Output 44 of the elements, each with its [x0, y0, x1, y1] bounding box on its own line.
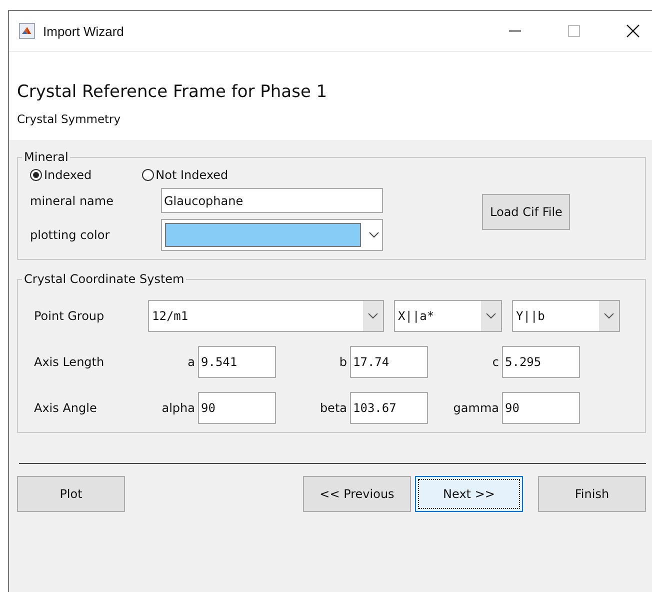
row-label: Axis Angle [33, 401, 98, 415]
radio-label: Indexed [44, 168, 92, 182]
radio-option[interactable]: Not Indexed [142, 168, 228, 182]
field-label: alpha [162, 401, 195, 415]
wizard-button[interactable]: << Previous [303, 476, 411, 512]
dropdown[interactable]: 12/m1 [148, 300, 384, 332]
field-label: a [188, 355, 195, 369]
field-label: gamma [453, 401, 499, 415]
field-label: plotting color [30, 228, 111, 242]
load-cif-button[interactable]: Load Cif File [482, 194, 570, 230]
radio-option[interactable]: Indexed [30, 168, 92, 182]
field-label: mineral name [30, 194, 114, 208]
dropdown[interactable]: Y||b [512, 300, 620, 332]
wizard-button[interactable]: Finish [538, 476, 646, 512]
value-field[interactable]: 90 [502, 392, 580, 424]
chevron-icon [368, 313, 378, 319]
chevron-icon [369, 232, 379, 238]
page-subtitle: Crystal Symmetry [17, 112, 122, 126]
wizard-button[interactable]: Next >> [415, 476, 523, 512]
value-field[interactable]: 103.67 [350, 392, 428, 424]
group-title: Crystal Coordinate System [23, 272, 186, 286]
app-icon [19, 23, 35, 39]
close-icon[interactable] [626, 24, 640, 38]
radio-label: Not Indexed [156, 168, 228, 182]
value-field[interactable]: 5.295 [502, 346, 580, 378]
field-label: Point Group [33, 309, 106, 323]
radio-icon[interactable] [30, 169, 42, 181]
field-label: b [339, 355, 347, 369]
window-title: Import Wizard [43, 24, 124, 38]
radio-icon[interactable] [142, 169, 154, 181]
value-field[interactable]: 90 [198, 392, 276, 424]
wizard-button[interactable]: Plot [17, 476, 125, 512]
value-field[interactable]: 17.74 [350, 346, 428, 378]
value-field[interactable]: 9.541 [198, 346, 276, 378]
chevron-icon [486, 313, 496, 319]
field-label: beta [320, 401, 347, 415]
chevron-icon [604, 313, 614, 319]
color-dropdown[interactable] [161, 219, 383, 251]
row-label: Axis Length [33, 355, 106, 369]
field-label: c [492, 355, 499, 369]
dropdown[interactable]: X||a* [394, 300, 502, 332]
mineral-name-field[interactable]: Glaucophane [161, 188, 383, 213]
group-title: Mineral [23, 150, 70, 164]
page-title: Crystal Reference Frame for Phase 1 [17, 82, 328, 102]
